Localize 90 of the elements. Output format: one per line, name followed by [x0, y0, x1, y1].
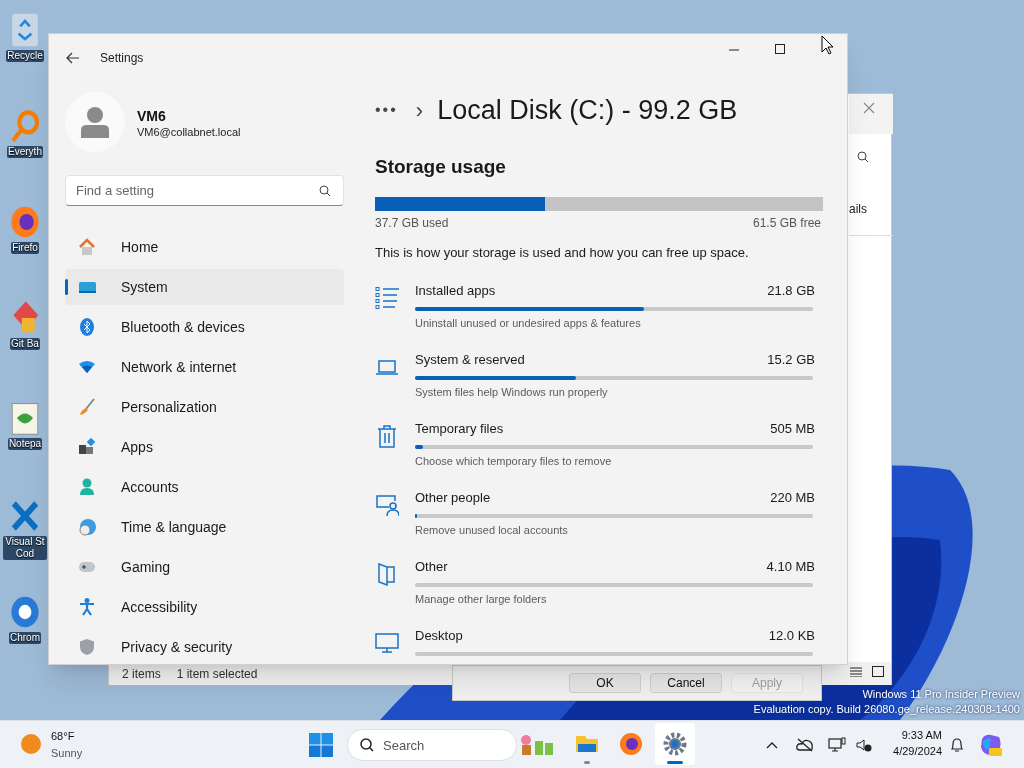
weather-temperature[interactable]: 68°F: [51, 728, 75, 745]
bell-icon[interactable]: [950, 737, 964, 753]
category-size: 21.8 GB: [767, 282, 815, 300]
notepad-icon[interactable]: [9, 400, 41, 436]
icon-label[interactable]: Visual St Cod: [3, 536, 47, 560]
category-title[interactable]: Temporary files: [415, 419, 504, 439]
nav-item[interactable]: Apps: [65, 429, 344, 465]
avatar-icon: [80, 106, 110, 138]
sun-icon[interactable]: [21, 734, 41, 754]
nav-item[interactable]: Accounts: [65, 469, 344, 505]
more-button[interactable]: •••: [375, 98, 398, 123]
chevron-up-icon[interactable]: [766, 741, 778, 749]
icon-label[interactable]: Notepa: [7, 438, 43, 450]
category-title[interactable]: System & reserved: [415, 350, 525, 370]
column-header[interactable]: ails: [849, 200, 867, 218]
monitor-person-icon: [375, 493, 399, 517]
category-size: 220 MB: [770, 489, 815, 507]
trash-icon: [375, 424, 399, 448]
category-size: 4.10 MB: [766, 558, 815, 576]
category-hint: Uninstall unused or undesired apps & features: [415, 315, 642, 331]
category-title[interactable]: Desktop: [415, 626, 463, 646]
icon-label[interactable]: Chrom: [9, 632, 41, 644]
apps-icon: [78, 438, 96, 456]
category-hint: Remove unused local accounts: [415, 522, 569, 538]
gear-icon: [663, 732, 687, 756]
tiles-view-icon[interactable]: [872, 666, 884, 677]
user-name: VM6: [137, 107, 166, 126]
icon-label[interactable]: Recycle: [6, 50, 44, 62]
nav-item[interactable]: System: [65, 269, 344, 305]
code-icon[interactable]: [9, 498, 41, 534]
nav-item[interactable]: Privacy & security: [65, 629, 344, 664]
search-icon: [360, 738, 374, 752]
weather-condition[interactable]: Sunny: [51, 745, 83, 762]
nav-item[interactable]: Bluetooth & devices: [65, 309, 344, 345]
nav-item[interactable]: Accessibility: [65, 589, 344, 625]
category-size: 12.0 KB: [768, 627, 815, 645]
status-text: 1 item selected: [176, 665, 258, 683]
description-text: This is how your storage is used and how you can free up space.: [375, 244, 749, 262]
bluetooth-icon: [78, 318, 96, 336]
dialog-button[interactable]: Cancel: [650, 673, 722, 693]
category-size: 15.2 GB: [767, 351, 815, 369]
window-title: Settings: [100, 50, 144, 67]
clock-date[interactable]: 4/29/2024: [893, 743, 942, 759]
network-icon[interactable]: [828, 737, 846, 753]
brush-icon: [78, 398, 96, 416]
user-email: VM6@collabnet.local: [137, 125, 241, 140]
nav-item[interactable]: Time & language: [65, 509, 344, 545]
category-hint: Choose which temporary files to remove: [415, 453, 613, 469]
nav-item[interactable]: Home: [65, 229, 344, 265]
category-size: 505 MB: [770, 420, 815, 438]
globe-clock-icon: [78, 518, 96, 536]
start-icon[interactable]: [309, 733, 333, 757]
category-title[interactable]: Other people: [415, 488, 491, 508]
search-box[interactable]: Search: [347, 729, 517, 761]
cloud-off-icon[interactable]: [796, 738, 814, 752]
volume-muted-icon[interactable]: [856, 738, 872, 752]
maximize-icon[interactable]: [775, 44, 785, 54]
icon-label[interactable]: Firefo: [11, 242, 39, 254]
page-title: Local Disk (C:) - 99.2 GB: [437, 94, 738, 127]
category-hint: Manage other large folders: [415, 591, 548, 607]
taskbar-app-button[interactable]: [655, 723, 695, 765]
search-field[interactable]: Find a setting: [65, 175, 344, 206]
nav-item[interactable]: Network & internet: [65, 349, 344, 385]
section-heading: Storage usage: [375, 155, 506, 179]
list-icon: [375, 286, 399, 310]
shield-icon: [78, 638, 96, 656]
status-text: 2 items: [122, 665, 161, 683]
breadcrumb-separator: ›: [415, 96, 424, 125]
category-title[interactable]: Installed apps: [415, 281, 496, 301]
person-icon: [78, 478, 96, 496]
free-label: 61.5 GB free: [752, 215, 821, 232]
clock-time[interactable]: 9:33 AM: [901, 727, 942, 743]
search-icon[interactable]: [857, 151, 869, 163]
dialog-button[interactable]: OK: [569, 673, 641, 693]
icon-label[interactable]: Everyth: [7, 146, 43, 158]
ring-icon[interactable]: [9, 594, 41, 630]
nav-item[interactable]: Gaming: [65, 549, 344, 585]
monitor-icon: [375, 631, 399, 655]
search-icon: [319, 185, 331, 197]
home-icon: [78, 238, 96, 256]
category-title[interactable]: Other: [415, 557, 448, 577]
close-icon[interactable]: [863, 102, 875, 114]
details-view-icon[interactable]: [850, 667, 862, 677]
nav-item[interactable]: Personalization: [65, 389, 344, 425]
icon-label[interactable]: Git Ba: [10, 338, 40, 350]
category-hint: System files help Windows run properly: [415, 384, 609, 400]
accessibility-icon: [78, 598, 96, 616]
used-label: 37.7 GB used: [375, 215, 449, 232]
back-icon[interactable]: [66, 52, 80, 64]
flowers-gift-icon[interactable]: [519, 733, 555, 757]
